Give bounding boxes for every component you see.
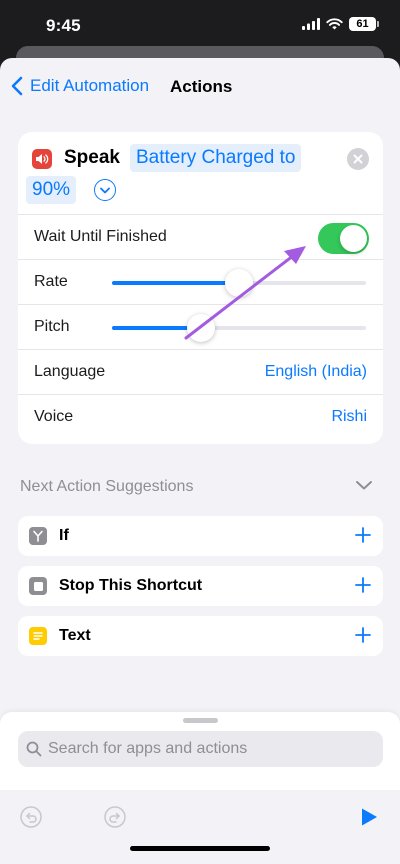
voice-row[interactable]: Voice Rishi: [18, 394, 383, 439]
rate-row: Rate: [18, 259, 383, 304]
branch-icon: [29, 527, 47, 545]
wait-until-finished-label: Wait Until Finished: [34, 228, 167, 245]
home-indicator: [130, 846, 270, 851]
rate-label: Rate: [34, 273, 68, 290]
action-name: Speak: [64, 147, 120, 168]
battery-level: 61: [356, 18, 369, 30]
expand-options-button[interactable]: [94, 179, 116, 201]
rate-slider-thumb[interactable]: [225, 269, 253, 297]
clear-button[interactable]: [347, 148, 369, 170]
chevron-down-icon[interactable]: [355, 479, 373, 491]
speak-text-token[interactable]: Battery Charged to: [130, 144, 302, 172]
actions-sheet: Edit Automation Actions Speak Battery Ch…: [0, 58, 400, 864]
rate-slider[interactable]: [112, 269, 366, 297]
clear-icon: [353, 154, 363, 164]
suggestion-label: Stop This Shortcut: [59, 577, 203, 594]
suggestion-stop-this-shortcut[interactable]: Stop This Shortcut: [18, 566, 383, 606]
language-value[interactable]: English (India): [265, 363, 367, 381]
redo-icon[interactable]: [104, 806, 126, 828]
plus-icon[interactable]: [355, 577, 371, 593]
status-icons: 61: [302, 17, 379, 31]
speak-action-card: Speak Battery Charged to 90% Wait Until …: [18, 132, 383, 444]
search-icon: [26, 741, 42, 757]
voice-label: Voice: [34, 408, 74, 425]
status-bar: 9:45 61: [0, 0, 400, 50]
status-time: 9:45: [46, 16, 81, 35]
undo-icon[interactable]: [20, 806, 42, 828]
pitch-slider[interactable]: [112, 314, 366, 342]
page-title: Actions: [170, 77, 233, 96]
speak-text-token-continued[interactable]: 90%: [26, 176, 77, 204]
action-header: Speak Battery Charged to 90%: [18, 132, 383, 214]
language-row[interactable]: Language English (India): [18, 349, 383, 394]
chevron-down-icon: [100, 187, 110, 193]
back-button[interactable]: Edit Automation: [10, 76, 149, 96]
language-label: Language: [34, 363, 106, 380]
suggestions-header: Next Action Suggestions: [20, 478, 194, 495]
plus-icon[interactable]: [355, 627, 371, 643]
voice-value[interactable]: Rishi: [331, 408, 367, 426]
back-button-label: Edit Automation: [30, 76, 150, 95]
search-input[interactable]: [48, 740, 368, 758]
pitch-slider-thumb[interactable]: [186, 314, 215, 342]
action-search-sheet: [0, 712, 400, 864]
search-box[interactable]: [18, 731, 383, 767]
speaker-icon: [32, 149, 52, 169]
battery-icon: 61: [349, 17, 379, 31]
suggestion-label: Text: [59, 627, 91, 644]
suggestion-if[interactable]: If: [18, 516, 383, 556]
plus-icon[interactable]: [355, 527, 371, 543]
suggestion-text[interactable]: Text: [18, 616, 383, 656]
toggle-knob: [340, 225, 367, 252]
wait-until-finished-toggle[interactable]: [318, 223, 369, 254]
text-icon: [29, 627, 47, 645]
play-icon[interactable]: [359, 807, 379, 827]
pitch-label: Pitch: [34, 318, 70, 335]
stop-icon: [29, 577, 47, 595]
signal-icon: [302, 18, 320, 30]
pitch-row: Pitch: [18, 304, 383, 349]
sheet-grabber[interactable]: [183, 718, 218, 723]
chevron-left-icon: [11, 76, 23, 96]
suggestion-label: If: [59, 527, 69, 544]
editor-toolbar: [0, 790, 400, 864]
navigation-bar: Edit Automation Actions: [0, 58, 400, 118]
rate-slider-fill: [112, 281, 239, 285]
wait-until-finished-row: Wait Until Finished: [18, 214, 383, 259]
wifi-icon: [326, 18, 343, 30]
